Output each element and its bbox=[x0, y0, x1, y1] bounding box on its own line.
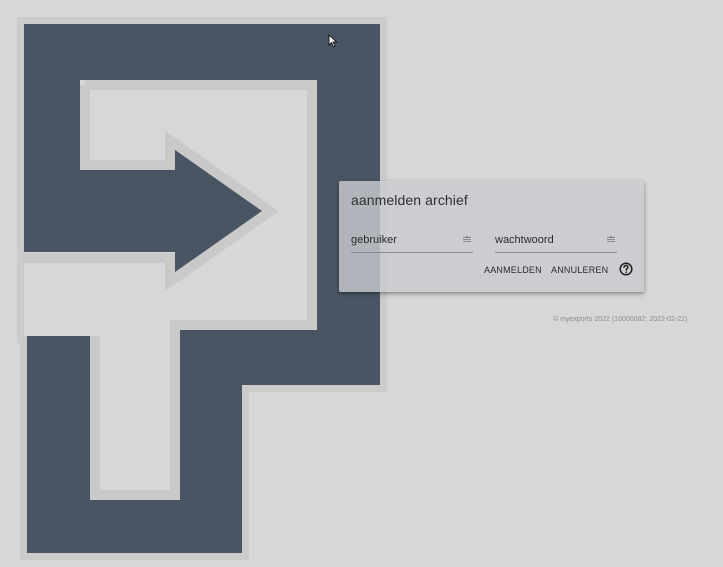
help-circle-icon[interactable] bbox=[619, 262, 633, 276]
username-input[interactable] bbox=[351, 232, 451, 248]
password-input[interactable] bbox=[495, 232, 595, 248]
login-button[interactable]: AANMELDEN bbox=[484, 265, 542, 275]
login-page: aanmelden archief AANMELDEN ANNULEREN bbox=[0, 0, 723, 567]
dialog-actions: AANMELDEN ANNULEREN bbox=[339, 262, 644, 279]
cancel-button[interactable]: ANNULEREN bbox=[551, 265, 608, 275]
mouse-pointer-icon bbox=[328, 34, 338, 48]
password-field[interactable] bbox=[495, 230, 617, 253]
login-dialog: aanmelden archief AANMELDEN ANNULEREN bbox=[339, 181, 644, 292]
username-field[interactable] bbox=[351, 230, 473, 253]
copyright-text: © myexports 2022 (10000082; 2022-02-22) bbox=[553, 316, 688, 323]
key-icon bbox=[463, 236, 471, 242]
key-icon bbox=[607, 236, 615, 242]
dialog-title: aanmelden archief bbox=[351, 192, 468, 208]
